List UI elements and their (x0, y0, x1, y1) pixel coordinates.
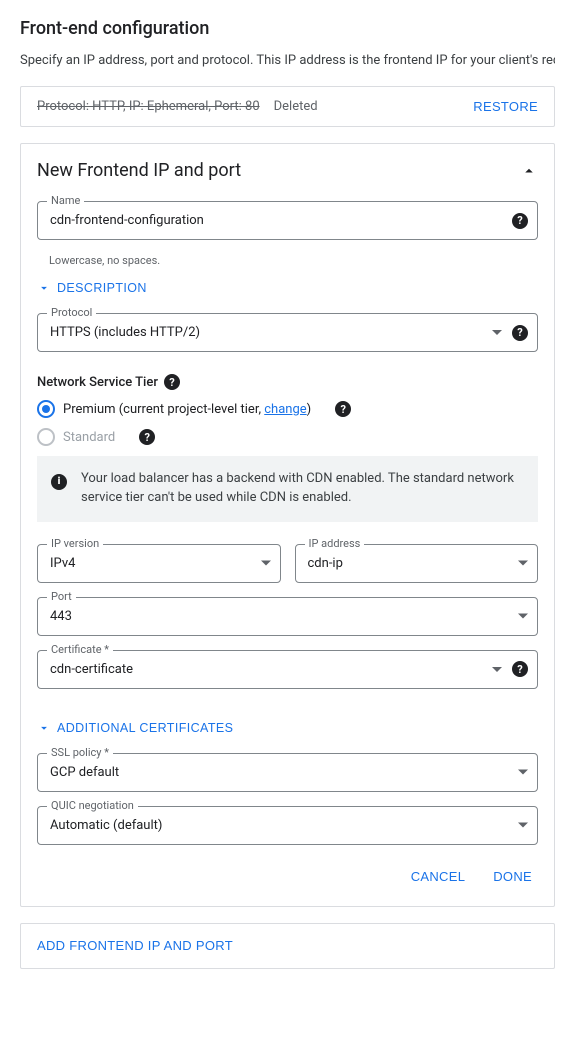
dropdown-icon (518, 614, 528, 619)
radio-unselected-icon (37, 428, 55, 446)
certificate-field-wrap: Certificate * cdn-certificate ? (37, 650, 538, 689)
port-select[interactable]: 443 (37, 597, 538, 636)
dropdown-icon (518, 561, 528, 566)
deleted-frontend-row: Protocol: HTTP, IP: Ephemeral, Port: 80 … (20, 86, 555, 127)
ipversion-field-wrap: IP version IPv4 (37, 544, 281, 583)
help-icon[interactable]: ? (512, 213, 528, 229)
help-icon[interactable]: ? (164, 374, 180, 390)
chevron-down-icon (37, 281, 51, 295)
info-icon: i (51, 474, 67, 490)
ipaddress-field-wrap: IP address cdn-ip (295, 544, 539, 583)
dropdown-icon (261, 561, 271, 566)
protocol-field-wrap: Protocol HTTPS (includes HTTP/2) ? (37, 313, 538, 352)
deleted-status: Deleted (274, 99, 460, 114)
port-label: Port (47, 590, 76, 603)
deleted-summary: Protocol: HTTP, IP: Ephemeral, Port: 80 (37, 99, 260, 114)
frontend-config-panel: New Frontend IP and port Name cdn-fronte… (20, 143, 555, 907)
name-hint: Lowercase, no spaces. (49, 254, 538, 267)
protocol-label: Protocol (47, 306, 96, 319)
sslpolicy-field-wrap: SSL policy * GCP default (37, 753, 538, 792)
chevron-up-icon[interactable] (520, 162, 538, 180)
ipaddress-label: IP address (305, 537, 365, 550)
ipversion-label: IP version (47, 537, 103, 550)
cdn-notice: i Your load balancer has a backend with … (37, 456, 538, 522)
add-frontend-button[interactable]: ADD FRONTEND IP AND PORT (37, 938, 233, 953)
port-field-wrap: Port 443 (37, 597, 538, 636)
help-icon[interactable]: ? (512, 325, 528, 341)
add-frontend-card: ADD FRONTEND IP AND PORT (20, 923, 555, 969)
name-input[interactable]: cdn-frontend-configuration (37, 201, 538, 240)
panel-header[interactable]: New Frontend IP and port (37, 160, 538, 181)
help-icon[interactable]: ? (139, 429, 155, 445)
description-expander[interactable]: DESCRIPTION (37, 281, 147, 295)
name-field-wrap: Name cdn-frontend-configuration ? (37, 201, 538, 240)
help-icon[interactable]: ? (512, 661, 528, 677)
quic-label: QUIC negotiation (47, 799, 138, 812)
change-tier-link[interactable]: change (264, 402, 306, 417)
radio-premium[interactable]: Premium (current project-level tier, cha… (37, 400, 538, 418)
name-label: Name (47, 194, 84, 207)
additional-certificates-expander[interactable]: ADDITIONAL CERTIFICATES (37, 721, 233, 735)
chevron-down-icon (37, 721, 51, 735)
sslpolicy-label: SSL policy * (47, 746, 113, 759)
dropdown-icon (492, 330, 502, 335)
done-button[interactable]: DONE (493, 869, 532, 884)
dropdown-icon (518, 823, 528, 828)
dropdown-icon (518, 770, 528, 775)
radio-standard: Standard ? (37, 428, 538, 446)
help-icon[interactable]: ? (335, 401, 351, 417)
quic-field-wrap: QUIC negotiation Automatic (default) (37, 806, 538, 845)
certificate-label: Certificate * (47, 643, 113, 656)
protocol-select[interactable]: HTTPS (includes HTTP/2) (37, 313, 538, 352)
network-tier-label: Network Service Tier ? (37, 374, 538, 390)
page-subtitle: Specify an IP address, port and protocol… (20, 53, 555, 68)
restore-button[interactable]: RESTORE (473, 99, 538, 114)
panel-title: New Frontend IP and port (37, 160, 241, 181)
cancel-button[interactable]: CANCEL (411, 869, 466, 884)
dropdown-icon (492, 667, 502, 672)
panel-actions: CANCEL DONE (37, 859, 538, 902)
page-title: Front-end configuration (20, 18, 555, 39)
radio-selected-icon (37, 400, 55, 418)
